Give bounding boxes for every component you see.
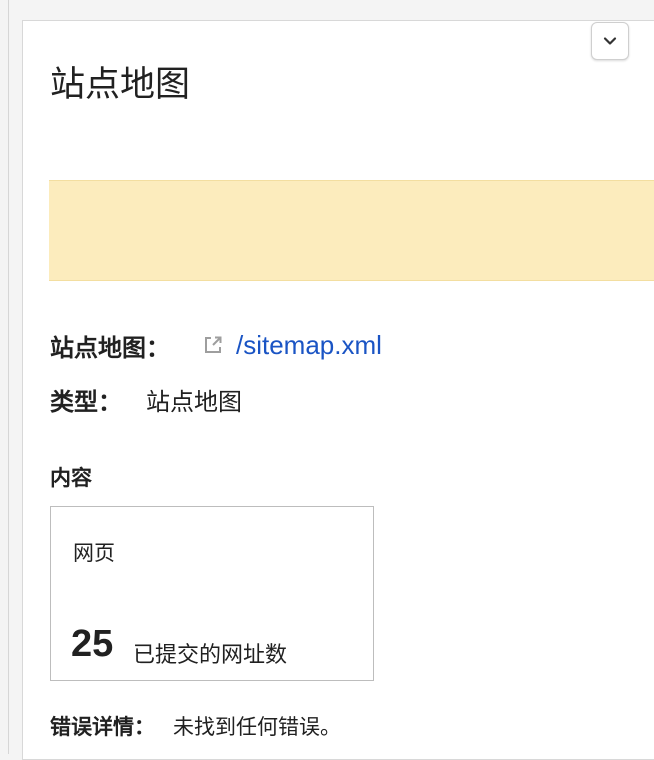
type-detail-row: 类型： 站点地图 [50,379,242,419]
external-link-icon[interactable] [202,334,224,356]
sitemap-detail-row: 站点地图： /sitemap.xml [50,325,382,365]
error-label: 错误详情： [50,715,155,739]
page-title: 站点地图 [50,65,191,105]
card-title: 网页 [73,541,115,565]
error-value: 未找到任何错误。 [173,715,341,739]
page-edge-divider [8,0,9,754]
submitted-url-count-label: 已提交的网址数 [133,643,288,668]
error-detail-row: 错误详情： 未找到任何错误。 [50,708,341,744]
content-section-heading: 内容 [50,466,92,490]
submitted-url-count: 25 [71,623,114,665]
notice-banner [49,180,654,281]
chevron-down-icon [603,37,617,45]
collapse-button[interactable] [591,22,629,60]
sitemap-label: 站点地图： [50,333,170,362]
type-value: 站点地图 [146,387,242,416]
sitemap-url-link[interactable]: /sitemap.xml [236,330,382,361]
pages-stat-card: 网页 25 已提交的网址数 [50,506,374,681]
type-label: 类型： [50,387,122,416]
